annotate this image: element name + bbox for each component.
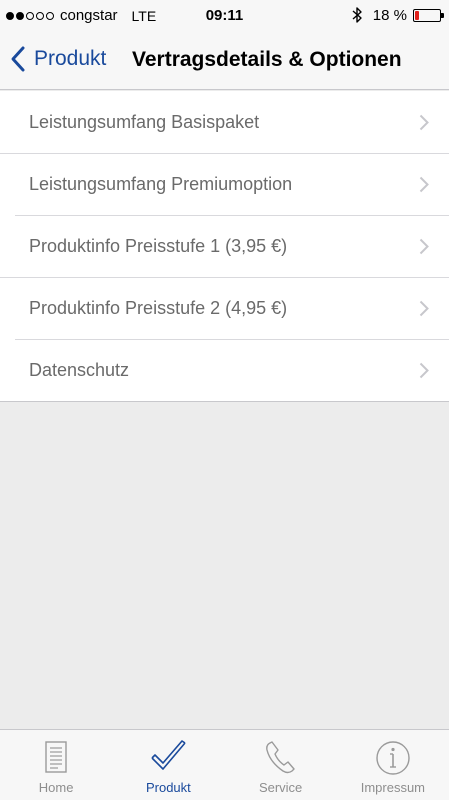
back-button-label: Produkt [34,47,107,70]
document-icon [45,741,67,773]
list-item-label: Leistungsumfang Basispaket [29,111,260,132]
list-item-label: Produktinfo Preisstufe 1 (3,95 €) [29,235,288,256]
tab-impressum[interactable]: Impressum [337,730,449,800]
list-item-leistungsumfang-basispaket[interactable]: Leistungsumfang Basispaket [0,91,449,153]
page-title: Vertragsdetails & Optionen [132,48,402,71]
tab-service[interactable]: Service [225,730,337,800]
info-icon [376,741,410,775]
chevron-right-icon [419,300,429,317]
list-item-datenschutz[interactable]: Datenschutz [0,339,449,401]
back-button[interactable]: Produkt [10,45,106,73]
checkmark-icon [151,740,186,770]
navigation-bar: Produkt Vertragsdetails & Optionen [0,32,449,90]
battery-icon [413,8,444,22]
chevron-right-icon [419,362,429,379]
tab-label: Produkt [145,780,191,795]
tab-label: Home [38,780,74,795]
battery-level [415,10,420,20]
bluetooth-icon [352,7,362,23]
list-item-produktinfo-preisstufe-2[interactable]: Produktinfo Preisstufe 2 (4,95 €) [0,277,449,339]
list-item-label: Leistungsumfang Premiumoption [29,173,293,194]
list-item-leistungsumfang-premiumoption[interactable]: Leistungsumfang Premiumoption [0,153,449,215]
chevron-left-icon [11,46,25,72]
chevron-right-icon [419,238,429,255]
tab-bar: Home Produkt Service Impressum [0,729,449,800]
tab-produkt[interactable]: Produkt [112,730,224,800]
options-list: Leistungsumfang Basispaket Leistungsumfa… [0,91,449,402]
battery-percentage: 18 % [372,6,407,24]
tab-label: Service [258,780,303,795]
list-item-produktinfo-preisstufe-1[interactable]: Produktinfo Preisstufe 1 (3,95 €) [0,215,449,277]
status-bar: congstar LTE 09:11 18 % [0,0,449,32]
chevron-right-icon [419,114,429,131]
screen: congstar LTE 09:11 18 % Produkt Vertrags… [0,0,449,800]
battery-cap [441,12,444,18]
list-item-label: Datenschutz [29,359,130,380]
phone-icon [265,741,295,774]
tab-home[interactable]: Home [0,730,112,800]
tab-label: Impressum [360,780,426,795]
chevron-right-icon [419,176,429,193]
list-item-label: Produktinfo Preisstufe 2 (4,95 €) [29,297,288,318]
status-right: 18 % [351,6,444,24]
